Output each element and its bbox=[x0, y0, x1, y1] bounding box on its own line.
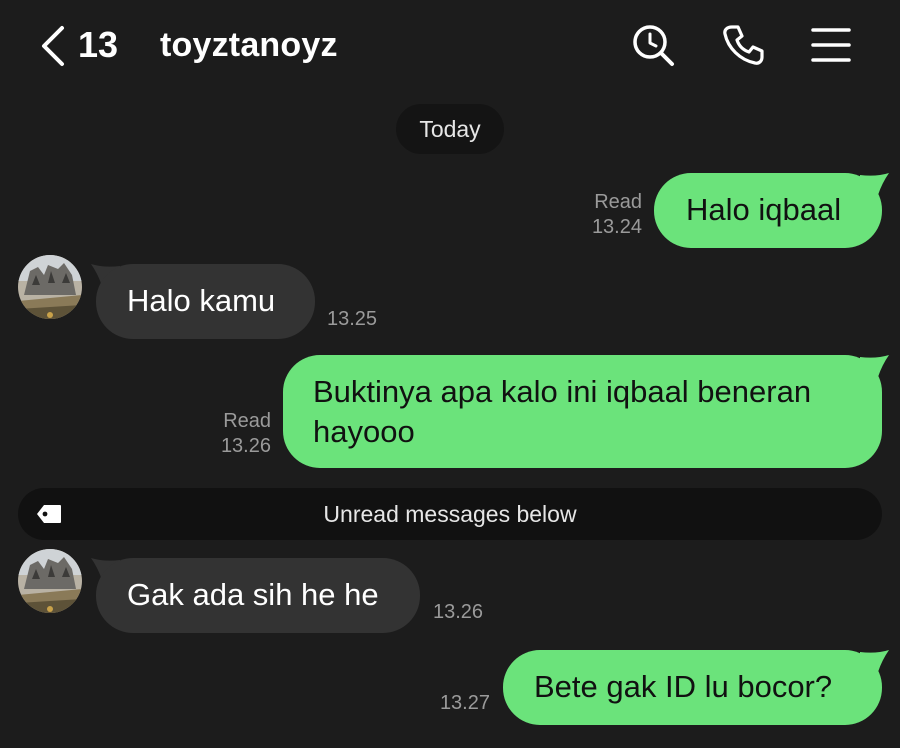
read-status: Read bbox=[594, 191, 642, 213]
chat-title: toyztanoyz bbox=[160, 26, 338, 64]
message-text: Bete gak ID lu bocor? bbox=[534, 669, 833, 704]
message-meta: 13.26 bbox=[433, 600, 513, 625]
bubble-tail bbox=[860, 650, 890, 674]
tag-icon bbox=[37, 505, 61, 523]
chevron-left-icon bbox=[42, 26, 64, 66]
avatar[interactable] bbox=[18, 549, 82, 613]
outgoing-message[interactable]: Halo iqbaal bbox=[654, 173, 882, 248]
read-status: Read bbox=[223, 410, 271, 432]
message-meta: Read 13.24 bbox=[570, 190, 642, 240]
menu-button[interactable] bbox=[808, 22, 854, 68]
avatar[interactable] bbox=[18, 255, 82, 319]
search-icon bbox=[633, 25, 674, 66]
menu-icon bbox=[811, 28, 851, 62]
message-time: 13.26 bbox=[433, 601, 484, 623]
incoming-message[interactable]: Gak ada sih he he bbox=[96, 558, 420, 633]
bubble-tail bbox=[860, 173, 890, 197]
message-text: Gak ada sih he he bbox=[127, 577, 379, 612]
message-meta: 13.27 bbox=[410, 691, 490, 716]
bubble-tail bbox=[860, 355, 890, 379]
unread-divider-label: Unread messages below bbox=[323, 501, 577, 527]
phone-icon bbox=[723, 25, 764, 65]
outgoing-message[interactable]: Bete gak ID lu bocor? bbox=[503, 650, 882, 725]
search-button[interactable] bbox=[630, 22, 676, 68]
outgoing-message[interactable]: Buktinya apa kalo ini iqbaal beneran hay… bbox=[283, 355, 882, 468]
message-time: 13.25 bbox=[327, 308, 378, 330]
message-text: Halo kamu bbox=[127, 283, 276, 318]
back-button[interactable] bbox=[36, 24, 72, 68]
chat-header: 13 toyztanoyz bbox=[0, 0, 900, 92]
unread-divider: Unread messages below bbox=[18, 488, 882, 540]
call-button[interactable] bbox=[720, 22, 766, 68]
message-text: Halo iqbaal bbox=[686, 192, 842, 227]
message-time: 13.27 bbox=[439, 692, 490, 714]
date-separator: Today bbox=[396, 104, 504, 154]
message-time: 13.26 bbox=[220, 435, 271, 457]
message-meta: 13.25 bbox=[327, 307, 407, 332]
back-unread-count[interactable]: 13 bbox=[78, 23, 118, 67]
message-text: Buktinya apa kalo ini iqbaal beneran hay… bbox=[313, 374, 812, 449]
message-meta: Read 13.26 bbox=[200, 409, 271, 459]
message-time: 13.24 bbox=[591, 216, 642, 238]
incoming-message[interactable]: Halo kamu bbox=[96, 264, 315, 339]
